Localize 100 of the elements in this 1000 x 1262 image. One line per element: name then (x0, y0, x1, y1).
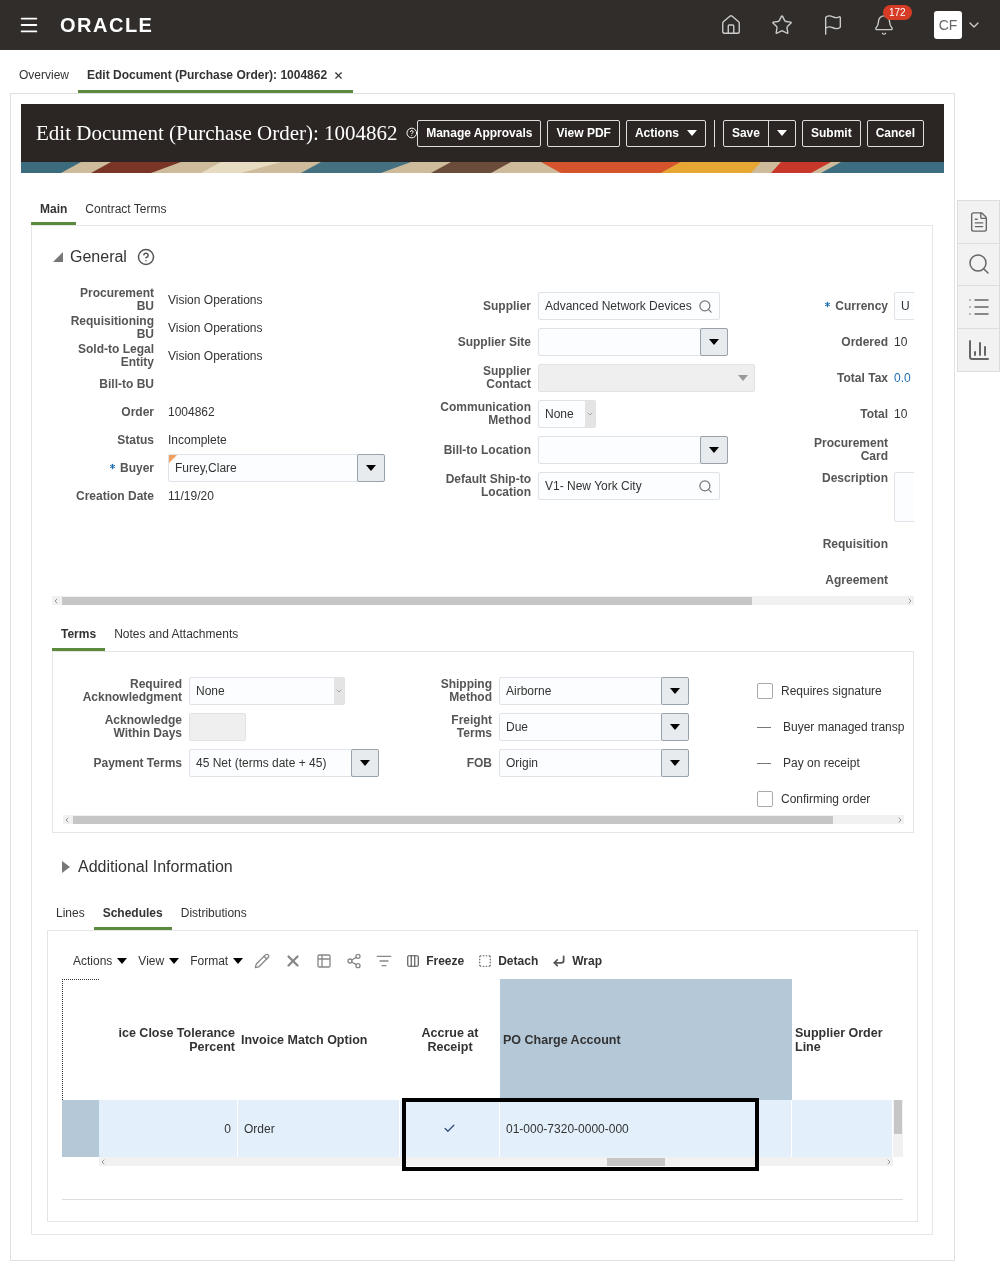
share-icon[interactable] (346, 952, 363, 969)
table-cell: 0 (99, 1100, 238, 1157)
notifications-icon[interactable] (873, 14, 895, 36)
column-header[interactable]: PO Charge Account (500, 979, 792, 1100)
toolbar-button[interactable]: Freeze (406, 953, 465, 968)
checkbox[interactable] (757, 791, 773, 807)
field-value: Incomplete (168, 433, 227, 447)
field-label: Acknowledge Within Days (103, 714, 182, 740)
caret-icon (686, 130, 697, 136)
required-icon (823, 299, 833, 309)
page-title: Edit Document (Purchase Order): 1004862 (36, 120, 398, 146)
split-button[interactable]: Save (722, 119, 796, 147)
field-value: 1004862 (168, 405, 215, 419)
input-field[interactable]: U (894, 292, 914, 320)
caret-icon (233, 957, 244, 964)
field-label: Requisition (822, 537, 888, 551)
caret-icon (670, 688, 680, 694)
required-icon (108, 461, 117, 471)
tab[interactable]: Notes and Attachments (105, 620, 248, 651)
actions-button[interactable]: Actions (625, 119, 706, 147)
bar-chart-icon[interactable] (966, 337, 991, 362)
field-label: Bill-to Location (443, 443, 531, 457)
header-button[interactable]: Submit (801, 119, 861, 147)
field-value: 10 (894, 407, 908, 421)
option-label: Buyer managed transp (783, 720, 905, 734)
tab[interactable]: Edit Document (Purchase Order): 1004862 (78, 60, 354, 93)
tab[interactable]: Overview (10, 60, 78, 93)
table-icon[interactable] (316, 952, 333, 969)
vertical-scrollbar[interactable] (893, 1100, 903, 1157)
select-field[interactable]: 45 Net (terms date + 45) (189, 749, 379, 777)
field-value: Vision Operations (168, 321, 263, 335)
field-value: 10 (894, 335, 908, 349)
user-avatar[interactable]: CF (934, 11, 962, 39)
tab[interactable]: Lines (47, 898, 94, 930)
tab[interactable]: Terms (52, 620, 106, 651)
field-label: Creation Date (75, 489, 154, 503)
expand-icon[interactable] (60, 861, 72, 873)
horizontal-scrollbar[interactable] (52, 596, 914, 605)
field-label: Supplier (483, 299, 531, 313)
field-value: Vision Operations (168, 293, 263, 307)
edit-icon[interactable] (254, 952, 271, 969)
scroll-left-icon[interactable] (52, 596, 60, 605)
caret-icon (738, 375, 748, 381)
home-icon[interactable] (720, 14, 742, 36)
amount-link[interactable]: 0.0 (894, 371, 911, 385)
select-field[interactable]: Due (499, 713, 689, 741)
scroll-right-icon[interactable] (896, 815, 904, 824)
header-button[interactable]: Manage Approvals (417, 119, 542, 147)
caret-icon (117, 957, 128, 964)
horizontal-scrollbar[interactable] (63, 815, 904, 824)
field-label: Supplier Site (457, 335, 531, 349)
header-button[interactable]: View PDF (547, 119, 620, 147)
caret-icon (366, 465, 376, 471)
logo[interactable]: ORACLE (60, 13, 154, 37)
scroll-right-icon[interactable] (885, 1157, 893, 1166)
option-label: Confirming order (781, 792, 871, 806)
field-label: Default Ship-to Location (444, 473, 531, 499)
toolbar-button[interactable]: Detach (478, 953, 539, 968)
star-icon[interactable] (771, 14, 793, 36)
disabled-field (189, 713, 246, 741)
collapse-icon[interactable] (52, 251, 64, 263)
scroll-left-icon[interactable] (99, 1157, 107, 1166)
search-field[interactable]: V1- New York City (538, 472, 720, 500)
select-field[interactable]: Furey,Clare (168, 454, 385, 482)
menu-button[interactable]: Format (190, 953, 244, 968)
option-label: Pay on receipt (783, 756, 860, 770)
search-field[interactable]: Advanced Network Devices (538, 292, 720, 320)
help-icon[interactable] (136, 248, 155, 266)
scroll-right-icon[interactable] (906, 596, 914, 605)
field-label: Payment Terms (93, 756, 182, 770)
select-field[interactable]: Origin (499, 749, 689, 777)
select-field[interactable]: Airborne (499, 677, 689, 705)
detach-icon (478, 953, 493, 968)
search-icon[interactable] (698, 298, 713, 314)
field-label: Freight Terms (450, 714, 492, 740)
flag-icon[interactable] (822, 14, 844, 36)
checkbox[interactable] (757, 683, 773, 699)
close-icon[interactable] (333, 69, 345, 81)
tab[interactable]: Contract Terms (76, 195, 176, 225)
caret-icon (670, 760, 680, 766)
menu-button[interactable]: Actions (73, 953, 128, 968)
choice-field[interactable]: None (538, 400, 596, 428)
select-field[interactable] (538, 436, 728, 464)
toolbar-button[interactable]: Wrap (552, 953, 602, 968)
caret-icon (169, 957, 180, 964)
tab[interactable]: Distributions (171, 898, 256, 930)
notification-badge: 172 (883, 5, 912, 20)
header-button[interactable]: Cancel (866, 119, 924, 147)
horizontal-scrollbar[interactable] (99, 1157, 893, 1166)
tab[interactable]: Schedules (93, 898, 172, 930)
menu-button[interactable]: View (138, 953, 180, 968)
select-field[interactable] (538, 328, 728, 356)
choice-field[interactable]: None (189, 677, 345, 705)
help-icon[interactable] (405, 125, 418, 141)
field-label: Required Acknowledgment (81, 678, 182, 704)
caret-icon (670, 724, 680, 730)
scroll-left-icon[interactable] (63, 815, 71, 824)
search-icon[interactable] (698, 478, 713, 494)
tab[interactable]: Main (31, 195, 77, 225)
search-icon[interactable] (966, 252, 991, 277)
